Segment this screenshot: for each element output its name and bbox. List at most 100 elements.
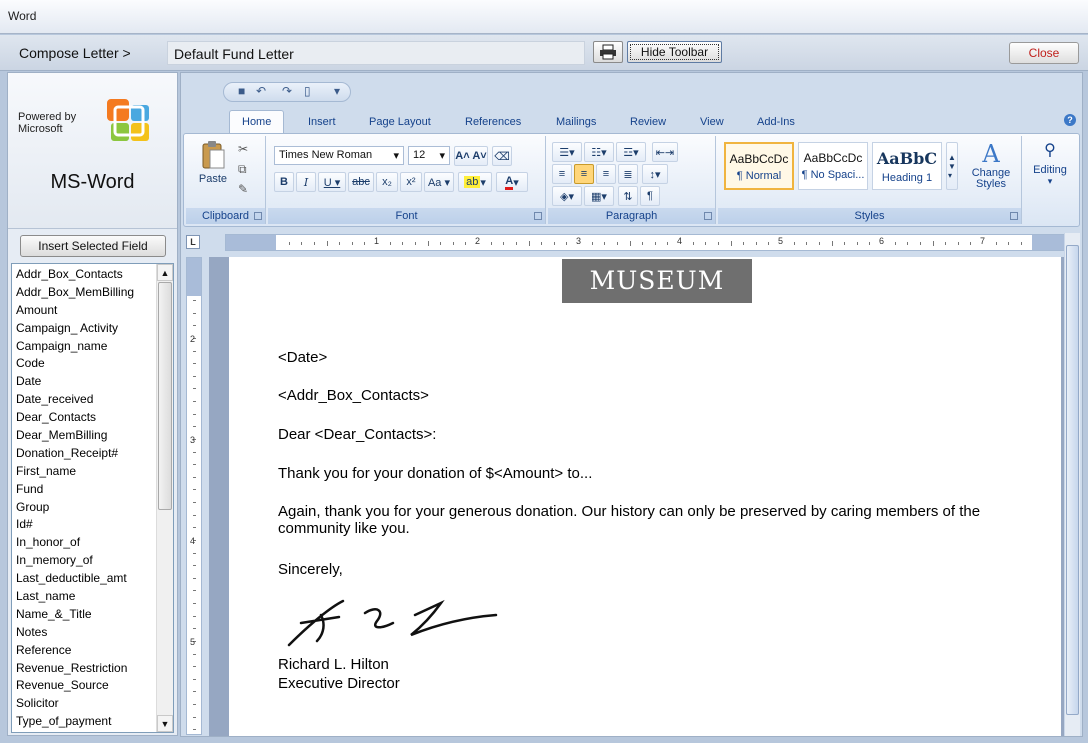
subscript-button[interactable]: x₂ — [376, 172, 398, 192]
numbering-button[interactable]: ☷▾ — [584, 142, 614, 162]
field-list-item[interactable]: Solicitor — [12, 694, 156, 712]
field-list[interactable]: Addr_Box_Contacts Addr_Box_MemBilling Amou… — [11, 263, 174, 733]
document-name-field[interactable]: Default Fund Letter — [167, 41, 585, 65]
tab-page-layout[interactable]: Page Layout — [369, 116, 431, 128]
close-button[interactable]: Close — [1009, 42, 1079, 64]
scroll-up-icon[interactable]: ▲ — [157, 264, 173, 281]
redo-icon[interactable]: ↷ — [282, 84, 292, 98]
editing-button[interactable]: ⚲ Editing ▾ — [1026, 140, 1074, 187]
document-scroll-thumb[interactable] — [1066, 245, 1079, 715]
field-list-item[interactable]: In_memory_of — [12, 551, 156, 569]
paste-button[interactable]: Paste — [196, 140, 230, 198]
field-list-scrollbar[interactable]: ▲ ▼ — [156, 264, 173, 732]
field-list-item[interactable]: Notes — [12, 623, 156, 641]
dialog-launcher-icon[interactable] — [254, 212, 262, 220]
highlight-color-button[interactable]: ab ▾ — [458, 172, 492, 192]
align-right-button[interactable]: ≡ — [596, 164, 616, 184]
dialog-launcher-icon[interactable] — [704, 212, 712, 220]
tab-mailings[interactable]: Mailings — [556, 116, 596, 128]
tab-insert[interactable]: Insert — [308, 116, 336, 128]
insert-selected-field-button[interactable]: Insert Selected Field — [20, 235, 166, 257]
date-field: <Date> — [278, 349, 328, 366]
sort-icon[interactable]: ⇅ — [618, 186, 638, 206]
field-list-item[interactable]: First_name — [12, 462, 156, 480]
field-list-item[interactable]: Group — [12, 498, 156, 516]
font-name-dropdown[interactable]: Times New Roman ▾ — [274, 146, 404, 165]
field-list-item[interactable]: Name_&_Title — [12, 605, 156, 623]
field-list-item[interactable]: Reference — [12, 641, 156, 659]
grow-font-button[interactable]: A˄ A˅ — [454, 146, 488, 166]
style-heading-1[interactable]: AaBbC Heading 1 — [872, 142, 942, 190]
field-list-item[interactable]: Date — [12, 372, 156, 390]
scroll-thumb[interactable] — [158, 282, 172, 510]
field-list-item[interactable]: Type_of_payment — [12, 712, 156, 730]
field-list-item[interactable]: Last_deductible_amt — [12, 569, 156, 587]
tab-review[interactable]: Review — [630, 116, 666, 128]
paragraph-group-label: Paragraph — [548, 208, 715, 224]
cut-icon[interactable]: ✂ — [238, 142, 248, 156]
field-list-item[interactable]: Date_received — [12, 390, 156, 408]
tab-references[interactable]: References — [465, 116, 521, 128]
field-list-item[interactable]: Amount — [12, 301, 156, 319]
align-center-button[interactable]: ≡ — [574, 164, 594, 184]
field-list-item[interactable]: Donation_Receipt# — [12, 444, 156, 462]
dialog-launcher-icon[interactable] — [1010, 212, 1018, 220]
field-list-item[interactable]: Revenue_Restriction — [12, 659, 156, 677]
field-list-item[interactable]: Id# — [12, 515, 156, 533]
dialog-launcher-icon[interactable] — [534, 212, 542, 220]
field-list-item[interactable]: Campaign_ Activity — [12, 319, 156, 337]
field-list-item[interactable]: Revenue_Source — [12, 676, 156, 694]
tab-home[interactable]: Home — [229, 110, 285, 134]
horizontal-ruler[interactable]: 1 2 3 4 5 6 7 — [225, 234, 1065, 251]
underline-button[interactable]: U ▾ — [318, 172, 346, 192]
strikethrough-button[interactable]: abc — [348, 172, 374, 192]
change-styles-button[interactable]: A Change Styles — [964, 140, 1018, 190]
indent-buttons[interactable]: ⇤⇥ — [652, 142, 678, 162]
line-spacing-button[interactable]: ↕▾ — [642, 164, 668, 184]
show-marks-icon[interactable]: ¶ — [640, 186, 660, 206]
italic-button[interactable]: I — [296, 172, 316, 192]
superscript-button[interactable]: x² — [400, 172, 422, 192]
field-list-item[interactable]: Addr_Box_MemBilling — [12, 283, 156, 301]
save-icon[interactable]: ■ — [238, 84, 245, 98]
vertical-ruler[interactable]: 2 3 4 5 — [186, 257, 202, 735]
multilevel-list-button[interactable]: ☲▾ — [616, 142, 646, 162]
new-document-icon[interactable]: ▯ — [304, 84, 311, 98]
tab-selector-icon[interactable]: L — [186, 235, 200, 249]
hide-toolbar-button[interactable]: Hide Toolbar — [627, 41, 722, 63]
field-list-item[interactable]: Fund — [12, 480, 156, 498]
clear-formatting-icon[interactable]: ⌫ — [492, 146, 512, 166]
field-list-item[interactable]: Campaign_name — [12, 337, 156, 355]
help-icon[interactable]: ? — [1064, 114, 1076, 126]
bullets-button[interactable]: ☰▾ — [552, 142, 582, 162]
field-list-item[interactable]: Last_name — [12, 587, 156, 605]
styles-gallery-scroll[interactable]: ▲ ▼ ▾ — [946, 142, 958, 190]
format-painter-icon[interactable]: ✎ — [238, 182, 248, 196]
scroll-down-icon[interactable]: ▼ — [157, 715, 173, 732]
align-left-button[interactable]: ≡ — [552, 164, 572, 184]
font-size-dropdown[interactable]: 12 ▾ — [408, 146, 450, 165]
style-no-spacing[interactable]: AaBbCcDc ¶ No Spaci... — [798, 142, 868, 190]
field-list-item[interactable]: Addr_Box_Contacts — [12, 265, 156, 283]
shading-button[interactable]: ◈▾ — [552, 186, 582, 206]
undo-icon[interactable]: ↶ — [256, 84, 266, 98]
tab-view[interactable]: View — [700, 116, 724, 128]
tab-add-ins[interactable]: Add-Ins — [757, 116, 795, 128]
qat-customize-icon[interactable]: ▾ — [334, 84, 340, 98]
field-list-item[interactable]: Dear_Contacts — [12, 408, 156, 426]
borders-button[interactable]: ▦▾ — [584, 186, 614, 206]
font-color-button[interactable]: A ▾ — [496, 172, 528, 192]
powered-by-text: Powered by Microsoft — [18, 111, 77, 135]
change-case-button[interactable]: Aa ▾ — [424, 172, 454, 192]
field-list-item[interactable]: Dear_MemBilling — [12, 426, 156, 444]
style-normal[interactable]: AaBbCcDc ¶ Normal — [724, 142, 794, 190]
copy-icon[interactable]: ⧉ — [238, 162, 247, 177]
document-scrollbar[interactable] — [1064, 233, 1080, 736]
office-logo-icon — [107, 99, 149, 141]
justify-button[interactable]: ≣ — [618, 164, 638, 184]
bold-button[interactable]: B — [274, 172, 294, 192]
document-page[interactable]: MUSEUM <Date> <Addr_Box_Contacts> Dear <… — [229, 257, 1061, 736]
print-button[interactable] — [593, 41, 623, 63]
field-list-item[interactable]: Code — [12, 354, 156, 372]
field-list-item[interactable]: In_honor_of — [12, 533, 156, 551]
